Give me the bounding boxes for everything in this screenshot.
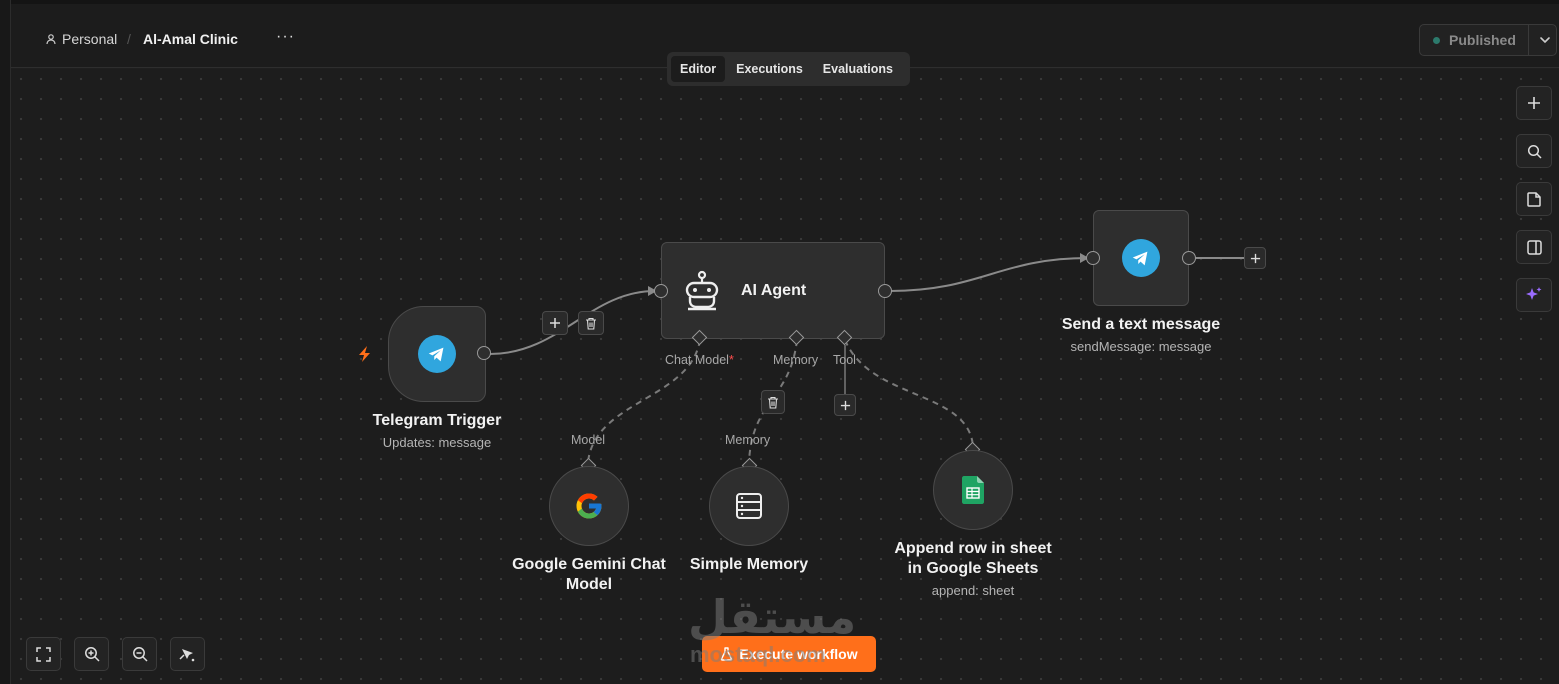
tidy-up-button[interactable] <box>170 637 205 671</box>
telegram-trigger-node[interactable] <box>388 306 486 402</box>
add-node-button[interactable] <box>542 311 568 335</box>
ai-agent-title: AI Agent <box>741 281 807 299</box>
sheets-title: Append row in sheet in Google Sheets <box>863 539 1083 579</box>
zoom-in-icon <box>84 647 100 662</box>
chat-model-port-label: Chat Model* <box>665 353 734 367</box>
zoom-out-icon <box>132 647 148 662</box>
execute-workflow-label: Execute workflow <box>739 646 858 662</box>
plus-icon <box>1250 253 1260 263</box>
panel-icon <box>1526 239 1542 255</box>
delete-connection-button[interactable] <box>578 311 604 335</box>
google-icon <box>576 493 602 519</box>
connection-agent-send <box>889 257 1089 292</box>
flask-icon <box>721 647 733 661</box>
required-mark: * <box>728 353 734 367</box>
sheets-title-line1: Append row in sheet <box>894 540 1052 557</box>
sheets-title-line2: in Google Sheets <box>907 560 1039 577</box>
database-icon <box>736 493 762 519</box>
plus-icon <box>840 400 850 410</box>
connection-tool <box>844 339 974 447</box>
sheets-subtitle: append: sheet <box>931 583 1015 598</box>
trigger-bolt-icon <box>359 346 370 362</box>
plus-icon <box>1528 97 1540 109</box>
trigger-output-port[interactable] <box>477 346 491 360</box>
ai-assistant-button[interactable] <box>1516 278 1552 312</box>
delete-memory-connection-button[interactable] <box>761 390 785 414</box>
zoom-out-button[interactable] <box>122 637 157 671</box>
google-sheets-icon <box>962 476 984 504</box>
add-node-toolbar-button[interactable] <box>1516 86 1552 120</box>
telegram-icon <box>418 335 456 373</box>
send-input-port[interactable] <box>1086 251 1100 265</box>
robot-icon <box>685 270 719 310</box>
send-message-title: Send a text message <box>1061 316 1221 333</box>
ai-agent-node[interactable]: AI Agent <box>661 242 885 339</box>
add-tool-button[interactable] <box>834 394 856 416</box>
model-port-label: Model <box>571 433 606 447</box>
execute-workflow-button[interactable]: Execute workflow <box>702 636 876 672</box>
send-output-port[interactable] <box>1182 251 1196 265</box>
telegram-trigger-title: Telegram Trigger <box>372 412 502 429</box>
send-message-subtitle: sendMessage: message <box>1070 339 1212 354</box>
tidy-up-icon <box>179 648 195 661</box>
google-sheets-node[interactable] <box>933 450 1013 530</box>
fit-view-button[interactable] <box>26 637 61 671</box>
tool-port-label: Tool <box>833 353 856 367</box>
fit-view-icon <box>36 646 51 662</box>
agent-output-port[interactable] <box>878 284 892 298</box>
simple-memory-title: Simple Memory <box>689 556 809 573</box>
search-nodes-button[interactable] <box>1516 134 1552 168</box>
plus-icon <box>550 318 560 328</box>
toggle-panel-button[interactable] <box>1516 230 1552 264</box>
telegram-icon <box>1122 239 1160 277</box>
search-icon <box>1527 144 1542 159</box>
simple-memory-node[interactable] <box>709 466 789 546</box>
zoom-in-button[interactable] <box>74 637 109 671</box>
trash-icon <box>768 396 778 409</box>
connection-trigger-agent <box>489 290 656 355</box>
add-sticky-note-button[interactable] <box>1516 182 1552 216</box>
sparkle-icon <box>1526 287 1542 300</box>
memory-port-label: Memory <box>773 353 819 367</box>
chat-model-port-text: Chat Model <box>665 353 729 367</box>
gemini-title-line2: Model <box>565 576 613 593</box>
gemini-chat-model-node[interactable] <box>549 466 629 546</box>
connections-layer <box>489 253 1244 463</box>
sticky-note-icon <box>1527 191 1541 207</box>
send-message-node[interactable] <box>1093 210 1189 306</box>
trash-icon <box>586 317 596 330</box>
add-next-node-button[interactable] <box>1244 247 1266 269</box>
telegram-trigger-subtitle: Updates: message <box>382 435 492 450</box>
memory-input-port-label: Memory <box>725 433 771 447</box>
agent-input-port[interactable] <box>654 284 668 298</box>
